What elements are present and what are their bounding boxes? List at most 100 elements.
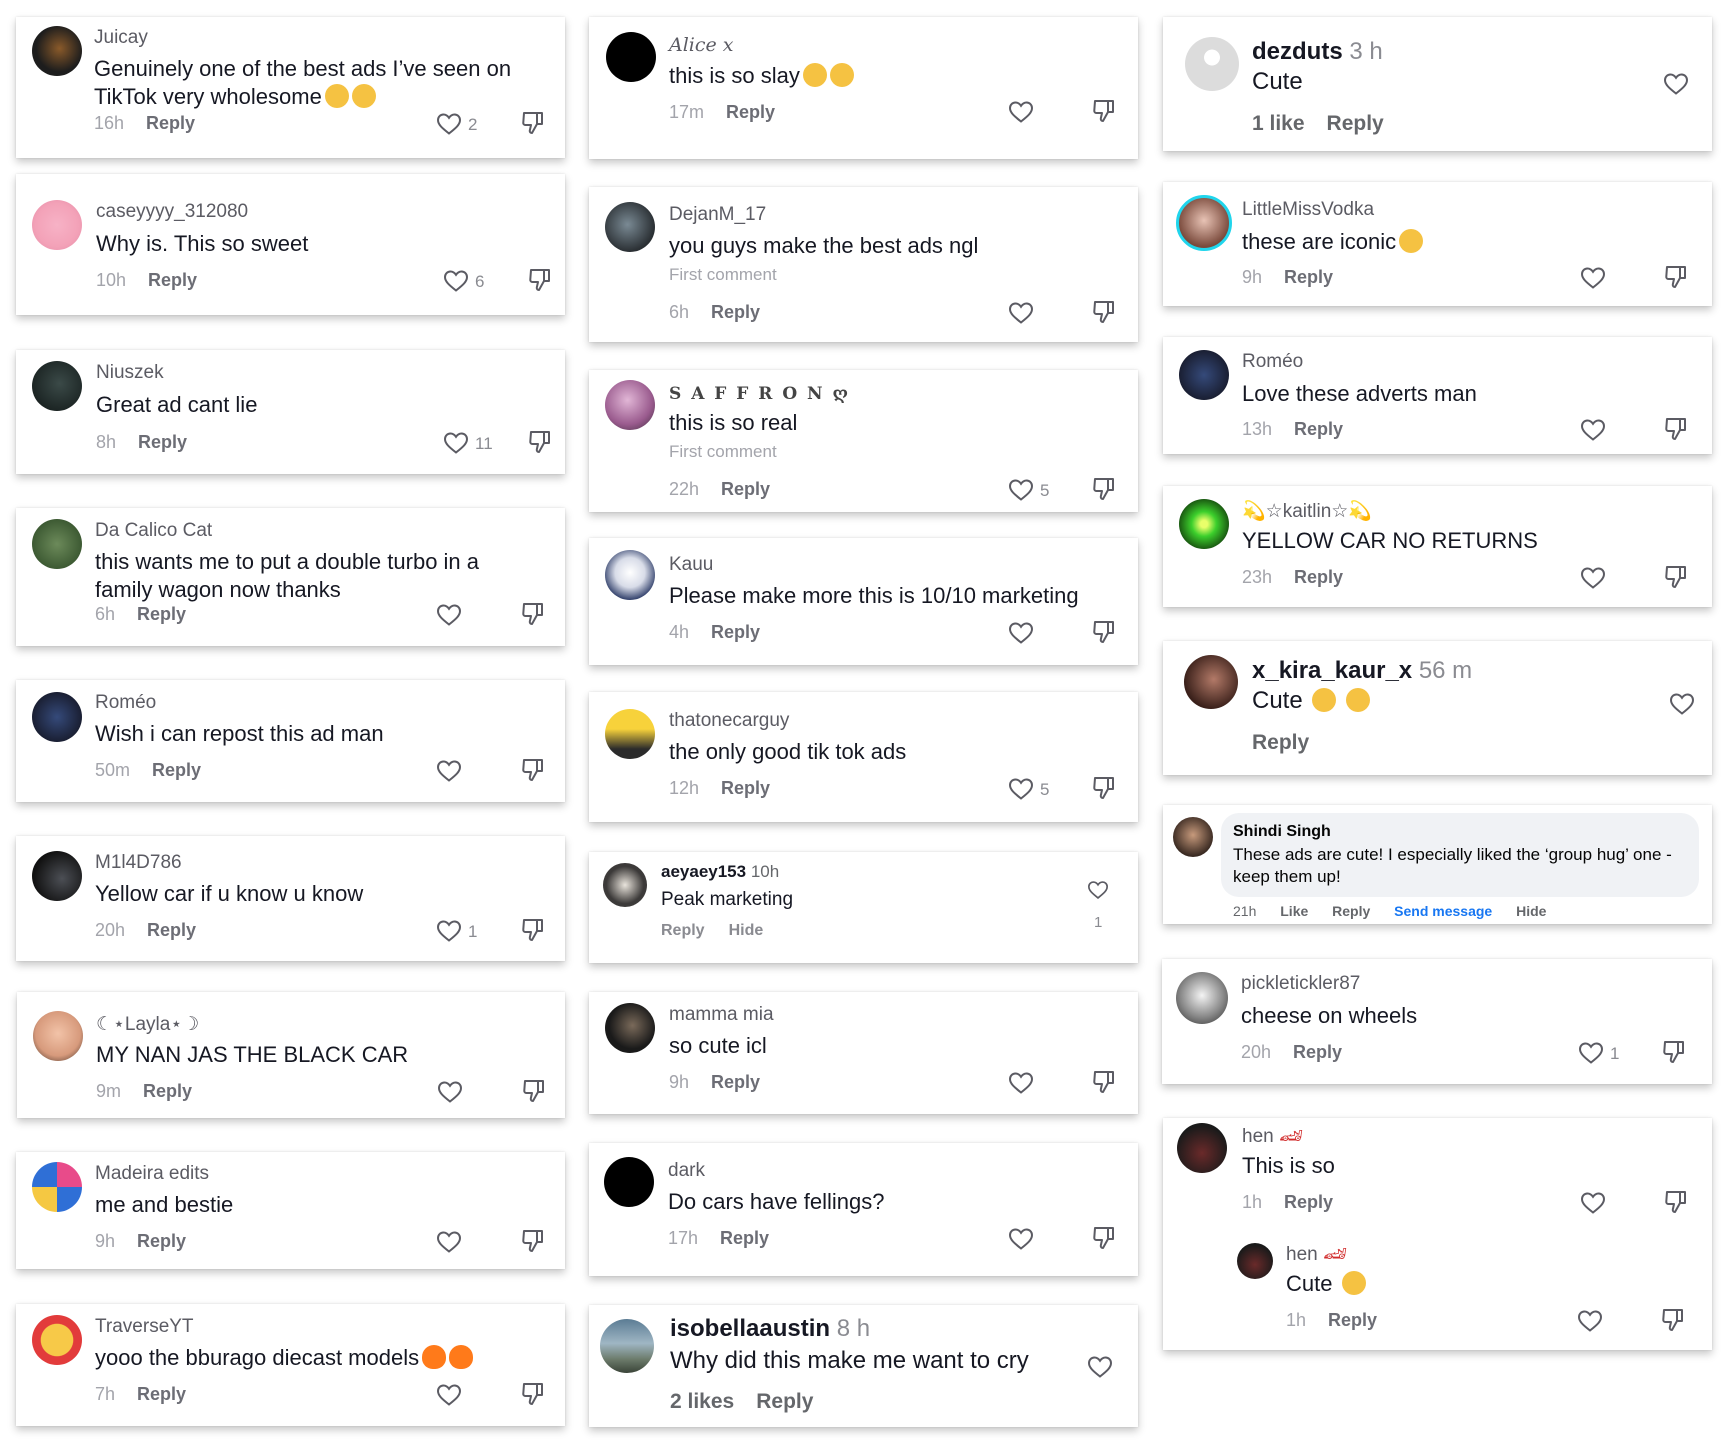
like-heart-icon[interactable]: [436, 759, 462, 783]
username[interactable]: Shindi Singh: [1233, 823, 1331, 841]
reply-button[interactable]: Reply: [137, 604, 186, 624]
dislike-icon[interactable]: [1664, 416, 1688, 442]
like-heart-icon[interactable]: [1580, 566, 1606, 590]
like-heart-icon[interactable]: [1578, 1041, 1604, 1065]
reply-button[interactable]: Reply: [148, 270, 197, 290]
username[interactable]: DejanM_17: [669, 204, 766, 226]
username[interactable]: isobellaaustin 8 h: [670, 1315, 870, 1343]
avatar[interactable]: [605, 709, 655, 759]
username[interactable]: Da Calico Cat: [95, 520, 212, 542]
username[interactable]: M1l4D786: [95, 852, 182, 874]
like-heart-icon[interactable]: [436, 112, 462, 136]
username[interactable]: TraverseYT: [95, 1316, 194, 1338]
like-heart-icon[interactable]: [436, 919, 462, 943]
reply-button[interactable]: Reply: [711, 302, 760, 322]
reply-button[interactable]: Reply: [756, 1390, 813, 1413]
dislike-icon[interactable]: [1092, 98, 1116, 124]
avatar[interactable]: [1179, 350, 1229, 400]
dislike-icon[interactable]: [521, 757, 545, 783]
avatar[interactable]: [606, 32, 656, 82]
like-heart-icon[interactable]: [443, 431, 469, 455]
dislike-icon[interactable]: [1664, 564, 1688, 590]
dislike-icon[interactable]: [521, 1228, 545, 1254]
reply-button[interactable]: Reply: [143, 1081, 192, 1101]
like-heart-icon[interactable]: [1663, 72, 1689, 96]
reply-button[interactable]: Reply: [1293, 1042, 1342, 1062]
reply-button[interactable]: Reply: [1252, 731, 1309, 754]
like-heart-icon[interactable]: [1008, 777, 1034, 801]
like-heart-icon[interactable]: [1669, 692, 1695, 716]
avatar[interactable]: [604, 1157, 654, 1207]
avatar[interactable]: [1176, 972, 1228, 1024]
reply-button[interactable]: Reply: [146, 113, 195, 133]
like-heart-icon[interactable]: [1087, 1355, 1113, 1379]
like-heart-icon[interactable]: [1580, 266, 1606, 290]
dislike-icon[interactable]: [521, 917, 545, 943]
reply-button[interactable]: Reply: [726, 102, 775, 122]
username[interactable]: Alice x: [669, 34, 734, 56]
like-heart-icon[interactable]: [1577, 1309, 1603, 1333]
dislike-icon[interactable]: [521, 601, 545, 627]
like-heart-icon[interactable]: [1008, 100, 1034, 124]
avatar[interactable]: [605, 1003, 655, 1053]
username[interactable]: dark: [668, 1160, 705, 1182]
avatar[interactable]: [32, 26, 82, 76]
avatar[interactable]: [32, 1162, 82, 1212]
dislike-icon[interactable]: [1092, 775, 1116, 801]
username[interactable]: Juicay: [94, 27, 148, 49]
like-heart-icon[interactable]: [1580, 418, 1606, 442]
username[interactable]: Kauu: [669, 554, 713, 576]
reply-button[interactable]: Reply: [1294, 567, 1343, 587]
reply-button[interactable]: Reply: [1294, 419, 1343, 439]
send-message-button[interactable]: Send message: [1394, 903, 1492, 919]
reply-button[interactable]: Reply: [661, 922, 705, 939]
username[interactable]: aeyaey153 10h: [661, 862, 779, 882]
username[interactable]: x_kira_kaur_x 56 m: [1252, 657, 1472, 685]
reply-button[interactable]: Reply: [720, 1228, 769, 1248]
dislike-icon[interactable]: [1664, 264, 1688, 290]
like-heart-icon[interactable]: [437, 1080, 463, 1104]
hide-button[interactable]: Hide: [729, 922, 764, 939]
username[interactable]: caseyyyy_312080: [96, 201, 248, 223]
dislike-icon[interactable]: [1661, 1307, 1685, 1333]
avatar[interactable]: [32, 519, 82, 569]
dislike-icon[interactable]: [528, 429, 552, 455]
avatar[interactable]: [605, 550, 655, 600]
avatar[interactable]: [1184, 655, 1238, 709]
reply-button[interactable]: Reply: [1284, 267, 1333, 287]
dislike-icon[interactable]: [1092, 1069, 1116, 1095]
username[interactable]: dezduts 3 h: [1252, 38, 1383, 66]
username[interactable]: Roméo: [1242, 351, 1303, 373]
dislike-icon[interactable]: [1662, 1039, 1686, 1065]
username[interactable]: LittleMissVodka: [1242, 199, 1374, 221]
like-heart-icon[interactable]: [1008, 301, 1034, 325]
dislike-icon[interactable]: [1092, 1225, 1116, 1251]
avatar[interactable]: [600, 1319, 654, 1373]
like-heart-icon[interactable]: [436, 1230, 462, 1254]
avatar[interactable]: [1176, 195, 1232, 251]
username[interactable]: Madeira edits: [95, 1163, 209, 1185]
avatar[interactable]: [605, 380, 655, 430]
like-heart-icon[interactable]: [1008, 478, 1034, 502]
username[interactable]: mamma mia: [669, 1004, 774, 1026]
like-heart-icon[interactable]: [1008, 1227, 1034, 1251]
reply-button[interactable]: Reply: [137, 1384, 186, 1404]
dislike-icon[interactable]: [1092, 476, 1116, 502]
reply-button[interactable]: Reply: [711, 1072, 760, 1092]
avatar[interactable]: [32, 692, 82, 742]
like-heart-icon[interactable]: [1008, 1071, 1034, 1095]
like-button[interactable]: Like: [1280, 903, 1308, 919]
dislike-icon[interactable]: [528, 267, 552, 293]
avatar[interactable]: [1177, 1123, 1227, 1173]
reply-button[interactable]: Reply: [1284, 1192, 1333, 1212]
reply-button[interactable]: Reply: [1328, 1310, 1377, 1330]
dislike-icon[interactable]: [521, 110, 545, 136]
reply-button[interactable]: Reply: [721, 778, 770, 798]
reply-button[interactable]: Reply: [1327, 112, 1384, 135]
reply-button[interactable]: Reply: [137, 1231, 186, 1251]
like-heart-icon[interactable]: [443, 269, 469, 293]
reply-button[interactable]: Reply: [721, 479, 770, 499]
username[interactable]: pickletickler87: [1241, 973, 1360, 995]
reply-avatar[interactable]: [1237, 1243, 1273, 1279]
username[interactable]: thatonecarguy: [669, 710, 789, 732]
